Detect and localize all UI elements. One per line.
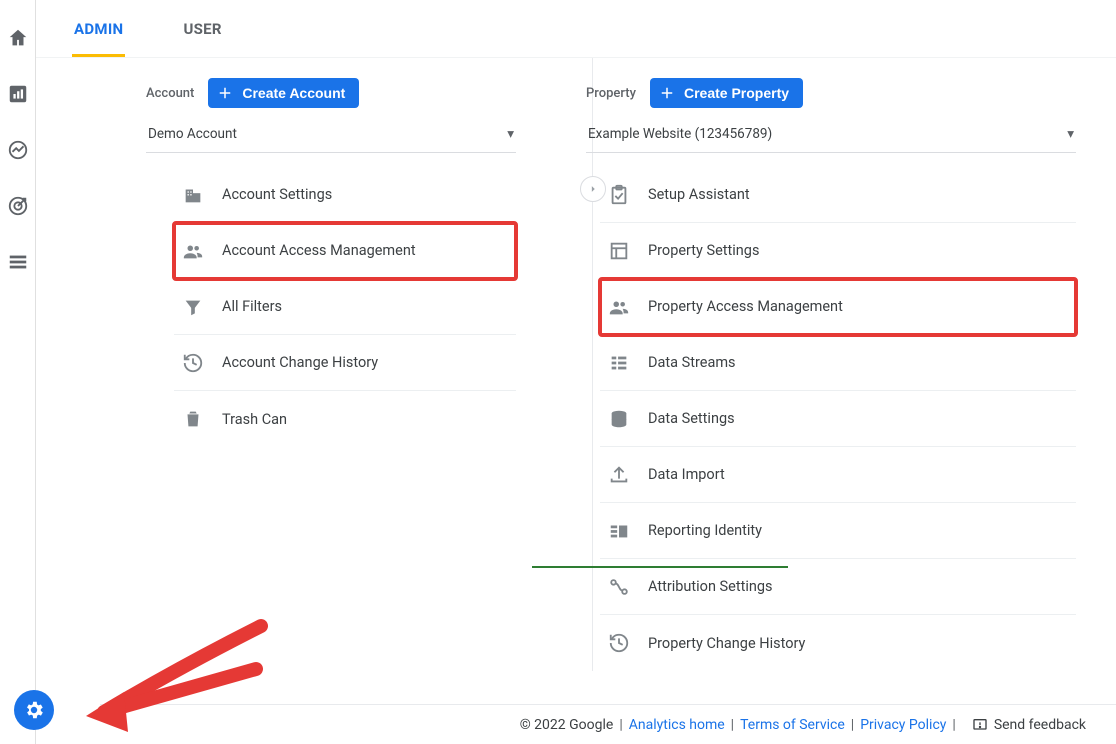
property-item-change-history[interactable]: Property Change History bbox=[600, 615, 1076, 671]
home-icon[interactable] bbox=[6, 26, 30, 50]
account-selected: Demo Account bbox=[148, 126, 237, 142]
menuitem-label: Data Settings bbox=[648, 410, 735, 427]
explore-icon[interactable] bbox=[6, 138, 30, 162]
property-column: Property Create Property Example Website… bbox=[556, 78, 1116, 671]
identity-icon bbox=[608, 520, 630, 542]
create-property-button[interactable]: Create Property bbox=[650, 78, 803, 108]
account-item-all-filters[interactable]: All Filters bbox=[174, 279, 516, 335]
create-account-label: Create Account bbox=[242, 85, 345, 101]
layout-icon bbox=[608, 240, 630, 262]
menuitem-label: All Filters bbox=[222, 298, 282, 315]
configure-icon[interactable] bbox=[6, 250, 30, 274]
menuitem-label: Account Change History bbox=[222, 354, 378, 371]
caret-down-icon: ▾ bbox=[507, 126, 514, 142]
account-label: Account bbox=[146, 86, 194, 101]
database-icon bbox=[608, 408, 630, 430]
streams-icon bbox=[608, 352, 630, 374]
main-panel: ADMIN USER Account Create Account Dem bbox=[36, 0, 1116, 744]
feedback-label: Send feedback bbox=[994, 717, 1086, 733]
property-item-settings[interactable]: Property Settings bbox=[600, 223, 1076, 279]
footer-tos-link[interactable]: Terms of Service bbox=[740, 717, 845, 733]
menuitem-label: Reporting Identity bbox=[648, 522, 762, 539]
create-account-button[interactable]: Create Account bbox=[208, 78, 359, 108]
account-column: Account Create Account Demo Account ▾ Ac… bbox=[36, 78, 556, 671]
menuitem-label: Property Change History bbox=[648, 635, 805, 652]
upload-icon bbox=[608, 464, 630, 486]
footer-analytics-home-link[interactable]: Analytics home bbox=[629, 717, 725, 733]
checklist-icon bbox=[608, 184, 630, 206]
advertising-icon[interactable] bbox=[6, 194, 30, 218]
create-property-label: Create Property bbox=[684, 85, 789, 101]
property-dropdown[interactable]: Example Website (123456789) ▾ bbox=[586, 118, 1076, 153]
filter-icon bbox=[182, 296, 204, 318]
property-item-reporting-identity[interactable]: Reporting Identity bbox=[600, 503, 1076, 559]
property-label: Property bbox=[586, 86, 636, 101]
property-item-attribution-settings[interactable]: Attribution Settings bbox=[600, 559, 1076, 615]
caret-down-icon: ▾ bbox=[1067, 126, 1074, 142]
footer-copyright: © 2022 Google bbox=[520, 717, 614, 733]
menuitem-label: Property Settings bbox=[648, 242, 759, 259]
building-icon bbox=[182, 184, 204, 206]
property-item-data-import[interactable]: Data Import bbox=[600, 447, 1076, 503]
menuitem-label: Property Access Management bbox=[648, 298, 843, 315]
attribution-icon bbox=[608, 576, 630, 598]
top-tabs: ADMIN USER bbox=[36, 0, 1116, 58]
property-item-setup-assistant[interactable]: Setup Assistant bbox=[600, 167, 1076, 223]
people-icon bbox=[182, 240, 204, 262]
menuitem-label: Account Access Management bbox=[222, 242, 416, 259]
history-icon bbox=[182, 352, 204, 374]
property-item-data-settings[interactable]: Data Settings bbox=[600, 391, 1076, 447]
tab-admin[interactable]: ADMIN bbox=[72, 14, 125, 57]
menuitem-label: Setup Assistant bbox=[648, 186, 750, 203]
people-icon bbox=[608, 296, 630, 318]
property-selected: Example Website (123456789) bbox=[588, 126, 772, 142]
account-item-trash[interactable]: Trash Can bbox=[174, 391, 516, 447]
menuitem-label: Data Import bbox=[648, 466, 725, 483]
trash-icon bbox=[182, 408, 204, 430]
account-item-settings[interactable]: Account Settings bbox=[174, 167, 516, 223]
account-item-access-management[interactable]: Account Access Management bbox=[174, 223, 516, 279]
account-dropdown[interactable]: Demo Account ▾ bbox=[146, 118, 516, 153]
reports-icon[interactable] bbox=[6, 82, 30, 106]
footer-send-feedback[interactable]: Send feedback bbox=[972, 717, 1086, 733]
tab-user[interactable]: USER bbox=[181, 14, 223, 57]
menuitem-label: Account Settings bbox=[222, 186, 332, 203]
footer: © 2022 Google | Analytics home | Terms o… bbox=[100, 704, 1116, 744]
property-item-data-streams[interactable]: Data Streams bbox=[600, 335, 1076, 391]
history-icon bbox=[608, 632, 630, 654]
menuitem-label: Attribution Settings bbox=[648, 578, 773, 595]
left-nav bbox=[0, 0, 36, 744]
property-item-access-management[interactable]: Property Access Management bbox=[600, 279, 1076, 335]
footer-privacy-link[interactable]: Privacy Policy bbox=[860, 717, 946, 733]
account-item-change-history[interactable]: Account Change History bbox=[174, 335, 516, 391]
menuitem-label: Trash Can bbox=[222, 411, 287, 428]
menuitem-label: Data Streams bbox=[648, 354, 736, 371]
